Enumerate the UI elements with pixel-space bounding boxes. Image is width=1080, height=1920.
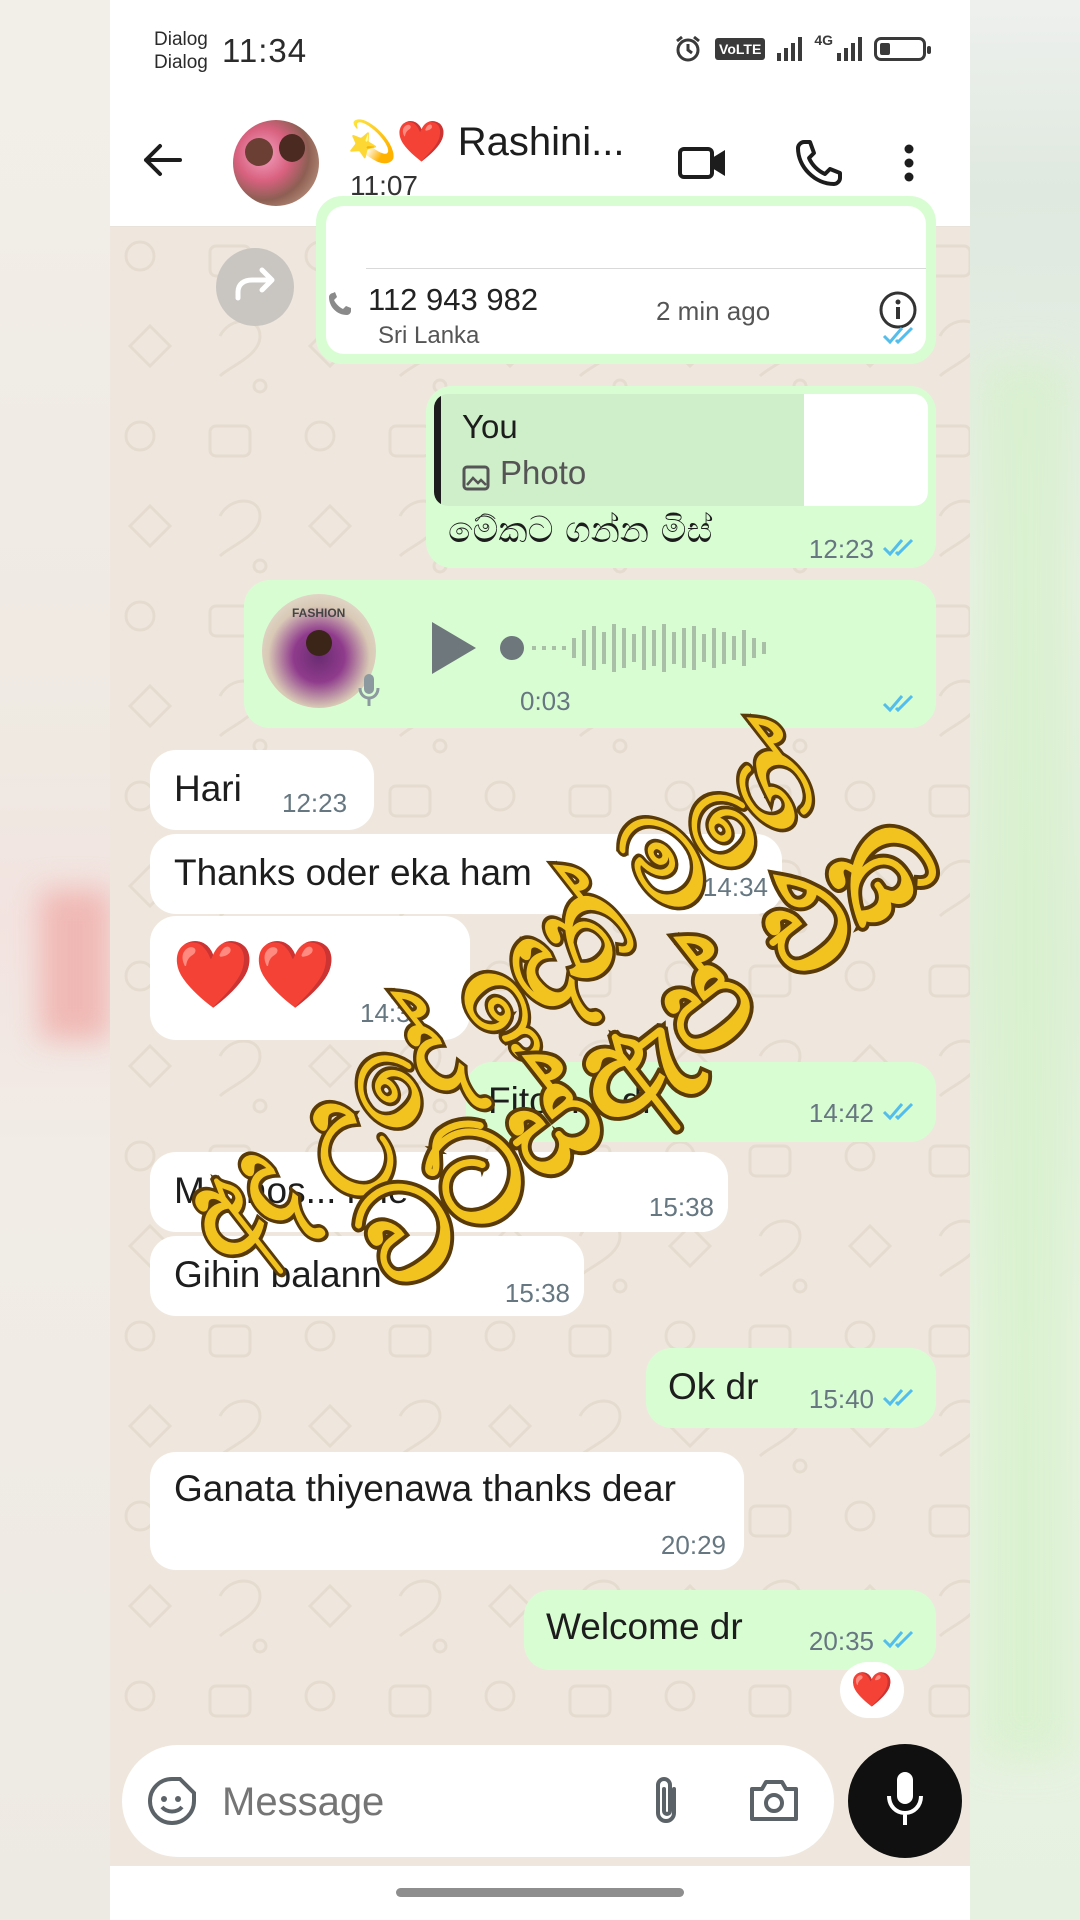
carrier-labels: Dialog Dialog	[154, 28, 208, 74]
volte-badge: VoLTE	[715, 38, 766, 60]
message-text: Gihin balann	[174, 1254, 382, 1295]
message-time: 14:42	[808, 1098, 874, 1128]
message-time: 12:23	[282, 788, 348, 818]
incoming-message[interactable]: M... hos... nne 15:38	[150, 1152, 728, 1232]
sticker-icon[interactable]	[146, 1775, 198, 1827]
reaction-badge[interactable]: ❤️	[840, 1662, 904, 1718]
forward-arrow-icon	[235, 267, 275, 301]
more-options-icon[interactable]	[894, 136, 924, 190]
contact-avatar[interactable]	[233, 120, 319, 206]
read-ticks-icon	[882, 1630, 914, 1649]
alarm-icon	[676, 35, 700, 62]
reply-time: 12:23	[808, 534, 874, 564]
signal-icon	[777, 37, 803, 61]
message-time: 14:34	[702, 872, 768, 902]
status-time: 11:34	[222, 32, 308, 69]
outgoing-message[interactable]: Fitor...d dr 14:42	[466, 1062, 936, 1142]
voice-duration: 0:03	[520, 686, 571, 716]
status-icons: VoLTE 4G	[673, 32, 931, 64]
incoming-message[interactable]: Gihin balann 15:38	[150, 1236, 584, 1316]
carrier-1: Dialog	[154, 29, 208, 50]
reaction-heart: ❤️	[850, 1671, 894, 1709]
message-time: 14:34	[360, 998, 426, 1028]
read-ticks-icon	[882, 694, 914, 713]
quoted-message[interactable]: You Photo	[434, 394, 928, 506]
thumbnail-label: FASHION	[292, 606, 346, 620]
status-bar: Dialog Dialog 11:34 VoLTE 4G	[110, 0, 970, 100]
message-time: 20:29	[660, 1530, 726, 1560]
quoted-author: You	[462, 408, 518, 445]
audio-waveform[interactable]	[498, 618, 858, 678]
mic-badge-icon	[358, 674, 380, 706]
play-icon[interactable]	[424, 618, 480, 678]
message-time: 15:38	[504, 1278, 570, 1308]
incoming-emoji-message[interactable]: ❤️❤️ 14:34	[150, 916, 470, 1040]
outgoing-message[interactable]: Welcome dr 20:35	[524, 1590, 936, 1670]
message-emoji: ❤️❤️	[172, 937, 337, 1011]
incoming-message[interactable]: Hari 12:23	[150, 750, 374, 830]
reply-text: මේකට ගන්න මිස්	[448, 510, 713, 551]
incoming-message[interactable]: Ganata thiyenawa thanks dear 20:29	[150, 1452, 744, 1570]
attach-icon[interactable]	[646, 1773, 686, 1829]
read-ticks-icon	[882, 1102, 914, 1121]
message-input[interactable]	[220, 1771, 524, 1833]
incoming-message[interactable]: Thanks oder eka ham 14:34	[150, 834, 782, 914]
blurred-background-right	[970, 0, 1080, 1920]
read-ticks-icon	[882, 326, 914, 345]
call-country: Sri Lanka	[378, 322, 480, 349]
message-text: Ganata thiyenawa thanks dear	[174, 1468, 676, 1509]
back-arrow-icon[interactable]	[140, 138, 184, 182]
call-card-time: 12:23	[812, 322, 878, 352]
gesture-nav-bar[interactable]	[110, 1866, 970, 1920]
battery-icon	[874, 37, 931, 61]
signal-icon-2	[837, 37, 862, 61]
voice-message-bubble[interactable]: FASHION 0:03	[244, 580, 936, 728]
blurred-background-left	[0, 0, 110, 1920]
camera-icon[interactable]	[748, 1777, 800, 1823]
home-indicator[interactable]	[396, 1888, 684, 1897]
chat-area[interactable]: 112 943 982 Sri Lanka 2 min ago 12:23 Yo…	[110, 196, 970, 1746]
message-text: Welcome dr	[546, 1606, 743, 1647]
message-text: Ok dr	[668, 1366, 759, 1407]
message-text: Thanks oder eka ham	[174, 852, 532, 893]
message-time: 15:38	[648, 1192, 714, 1222]
message-text: M... hos... nne	[174, 1170, 409, 1211]
voice-call-icon[interactable]	[792, 136, 846, 190]
call-ago: 2 min ago	[656, 296, 771, 326]
message-text: Hari	[174, 768, 242, 809]
message-text: Fitor...d dr	[488, 1080, 655, 1121]
read-ticks-icon	[882, 1388, 914, 1407]
phone-icon	[329, 292, 351, 315]
carrier-2: Dialog	[154, 52, 208, 73]
message-time: 20:35	[808, 1626, 874, 1656]
photo-icon	[462, 465, 490, 491]
outgoing-message[interactable]: Ok dr 15:40	[646, 1348, 936, 1428]
forward-button[interactable]	[216, 248, 294, 326]
phone-screen: Dialog Dialog 11:34 VoLTE 4G 💫❤️ Rashini…	[110, 0, 970, 1920]
quoted-type: Photo	[500, 454, 587, 491]
contact-name[interactable]: 💫❤️ Rashini...	[347, 118, 624, 165]
mic-icon	[887, 1772, 923, 1825]
call-number: 112 943 982	[368, 282, 539, 317]
message-input-bar[interactable]	[122, 1745, 834, 1857]
video-call-icon[interactable]	[676, 136, 730, 190]
reply-message-bubble[interactable]: You Photo මේකට ගන්න මිස් 12:23	[426, 386, 936, 568]
message-time: 15:40	[808, 1384, 874, 1414]
voice-record-button[interactable]	[848, 1744, 962, 1858]
call-card-bubble[interactable]: 112 943 982 Sri Lanka 2 min ago 12:23	[316, 196, 936, 364]
network-type: 4G	[814, 32, 833, 48]
read-ticks-icon	[882, 538, 914, 557]
quoted-photo-thumbnail	[804, 394, 928, 506]
